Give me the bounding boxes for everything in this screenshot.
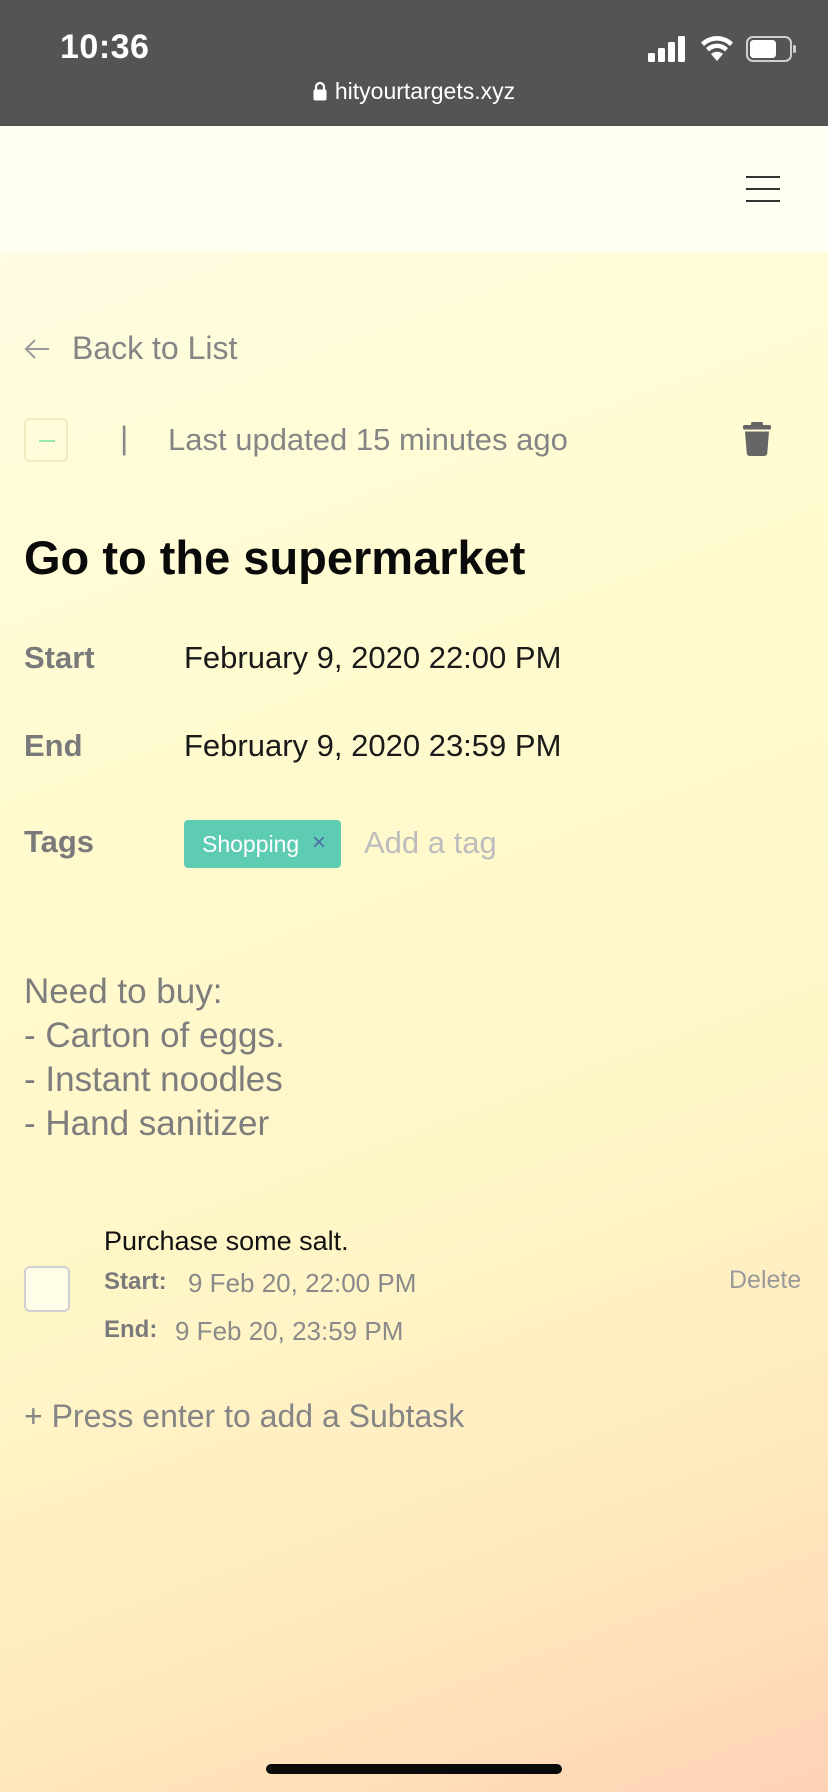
subtask-end-value[interactable]: 9 Feb 20, 23:59 PM	[175, 1316, 403, 1347]
notes-line: - Instant noodles	[24, 1060, 283, 1099]
add-tag-input[interactable]	[364, 820, 664, 866]
tags-label: Tags	[24, 824, 95, 859]
notes-line: - Carton of eggs.	[24, 1016, 285, 1055]
back-to-list-label: Back to List	[72, 330, 238, 366]
trash-icon[interactable]	[742, 422, 772, 456]
task-complete-toggle[interactable]	[24, 418, 68, 462]
app-main: Back to List | Last updated 15 minutes a…	[0, 126, 828, 1792]
tag-remove-icon[interactable]: ×	[312, 829, 326, 857]
home-indicator	[266, 1764, 562, 1774]
notes-line: Need to buy:	[24, 972, 223, 1011]
status-bar: 10:36 hityourtargets.xyz	[0, 0, 828, 126]
subtask-title[interactable]: Purchase some salt.	[104, 1226, 349, 1257]
add-subtask-input[interactable]	[24, 1394, 724, 1438]
end-value[interactable]: February 9, 2020 23:59 PM	[184, 728, 561, 764]
subtask-item: Purchase some salt. Start: 9 Feb 20, 22:…	[24, 1226, 804, 1356]
notes-line: - Hand sanitizer	[24, 1104, 270, 1143]
wifi-icon	[701, 36, 733, 61]
tag-label: Shopping	[202, 831, 300, 857]
hamburger-icon[interactable]	[746, 176, 780, 202]
dash-icon	[39, 440, 55, 442]
last-updated-text: Last updated 15 minutes ago	[168, 422, 568, 457]
start-value[interactable]: February 9, 2020 22:00 PM	[184, 640, 561, 676]
subtask-checkbox[interactable]	[24, 1266, 70, 1312]
url-text: hityourtargets.xyz	[334, 78, 516, 104]
status-time: 10:36	[60, 28, 150, 66]
tag-chip[interactable]: Shopping ×	[184, 820, 341, 868]
back-arrow-icon	[24, 339, 49, 359]
start-label: Start	[24, 640, 95, 675]
subtask-end-label: End:	[104, 1316, 158, 1343]
battery-icon	[746, 36, 796, 62]
task-meta-row: | Last updated 15 minutes ago	[24, 418, 804, 468]
end-label: End	[24, 728, 83, 763]
subtask-start-label: Start:	[104, 1268, 167, 1295]
task-title[interactable]: Go to the supermarket	[24, 530, 525, 585]
subtask-start-value[interactable]: 9 Feb 20, 22:00 PM	[188, 1268, 416, 1299]
meta-separator: |	[120, 420, 129, 456]
subtask-delete-button[interactable]: Delete	[729, 1266, 801, 1295]
lock-icon	[313, 81, 327, 101]
url-bar[interactable]: hityourtargets.xyz	[0, 78, 828, 105]
signal-icon	[648, 36, 685, 62]
task-notes[interactable]: Need to buy: - Carton of eggs. - Instant…	[24, 970, 784, 1146]
app-header	[0, 126, 828, 252]
